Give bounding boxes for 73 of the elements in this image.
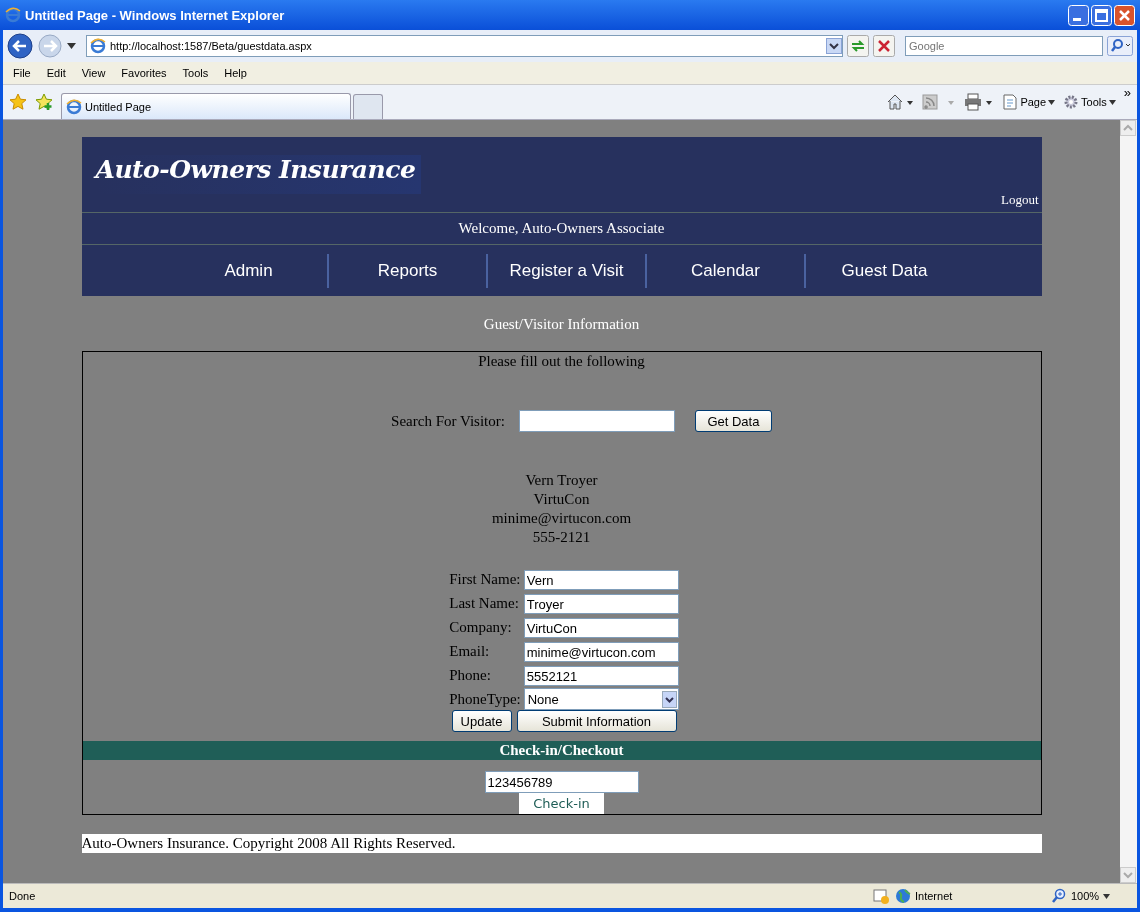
section-title: Check-in/Checkout [499, 742, 624, 759]
search-field[interactable]: Google [905, 36, 1103, 56]
zoom-icon[interactable] [1051, 888, 1067, 904]
page-menu[interactable]: Page [1002, 94, 1056, 110]
address-field[interactable]: http://localhost:1587/Beta/guestdata.aspx [86, 35, 843, 57]
page-heading: Guest/Visitor Information [483, 316, 640, 332]
add-favorite-icon[interactable] [35, 93, 53, 111]
nav-link[interactable]: Calendar [645, 253, 804, 288]
refresh-button[interactable] [847, 35, 869, 57]
visitor-info-text: 555-2121 [532, 528, 591, 547]
logout-link[interactable]: Logout [1000, 192, 1042, 212]
caret-icon[interactable] [1103, 893, 1111, 899]
check-in-button[interactable]: Check-in [519, 793, 604, 814]
search-button[interactable] [1107, 36, 1133, 56]
phone-type-dropdown[interactable]: None [523, 688, 679, 710]
field-label: Phone: [449, 666, 492, 685]
menu-item[interactable]: View [81, 67, 106, 79]
caret-icon[interactable] [1048, 99, 1056, 105]
security-zone: Internet [895, 888, 1045, 904]
favorites-star-icon[interactable] [9, 93, 27, 111]
instruction-text: Please fill out the following [478, 353, 645, 369]
field-label: PhoneType: [449, 690, 521, 709]
gear-icon[interactable] [1063, 94, 1080, 110]
text-field[interactable]: minime@virtucon.com [523, 642, 679, 662]
tools-menu[interactable]: Tools [1063, 94, 1116, 110]
nav-link[interactable]: Guest Data [804, 253, 963, 288]
text-field[interactable]: Vern [523, 570, 679, 590]
zoom-control[interactable]: 100% [1051, 888, 1131, 904]
status-text: Done [9, 890, 36, 902]
globe-icon[interactable] [895, 888, 911, 904]
window-title: Untitled Page - Windows Internet Explorer [25, 7, 285, 23]
minimize-button[interactable] [1068, 4, 1089, 26]
visitor-info-text: minime@virtucon.com [491, 509, 632, 528]
more-button[interactable]: » [1123, 85, 1131, 100]
browser-tab[interactable]: Untitled Page [61, 93, 351, 119]
menu-item[interactable]: Tools [182, 67, 209, 79]
copyright-text: Auto-Owners Insurance. Copyright 2008 All Rights Reserved. [81, 835, 456, 852]
menu-item[interactable]: Edit [46, 67, 66, 79]
text-field[interactable]: VirtuCon [523, 618, 679, 638]
printer-icon[interactable] [964, 93, 995, 111]
security-warning-icon[interactable] [873, 888, 889, 904]
stop-button[interactable] [873, 35, 895, 57]
dropdown-button[interactable] [826, 38, 842, 54]
maximize-button[interactable] [1091, 4, 1112, 26]
home-icon[interactable] [886, 93, 915, 111]
text-field[interactable]: Troyer [523, 594, 679, 614]
badge-number-field[interactable]: 123456789 [484, 771, 639, 793]
menu-item[interactable]: Favorites [121, 67, 167, 79]
visitor-info-text: VirtuCon [533, 490, 590, 509]
search-label: Search For Visitor: [391, 412, 505, 430]
visitor-search-field[interactable] [518, 410, 675, 432]
field-label: Email: [449, 642, 491, 661]
menu-item[interactable]: File [13, 67, 31, 79]
menu-item[interactable]: Help [224, 67, 247, 79]
feeds-icon[interactable] [922, 93, 957, 111]
update-button[interactable]: Update [451, 710, 512, 732]
history-dropdown-icon[interactable] [67, 43, 76, 49]
submit-button[interactable]: Submit Information [516, 710, 677, 732]
nav-link[interactable]: Admin [170, 253, 327, 288]
close-button[interactable] [1114, 4, 1135, 26]
back-button[interactable] [7, 33, 33, 59]
caret-icon[interactable] [1108, 99, 1116, 105]
field-label: Last Name: [449, 594, 520, 613]
field-label: Company: [449, 618, 513, 637]
get-data-button[interactable]: Get Data [694, 410, 772, 432]
nav-link[interactable]: Register a Visit [486, 253, 645, 288]
welcome-text: Welcome, Auto-Owners Associate [458, 220, 665, 237]
visitor-info-text: Vern Troyer [525, 471, 598, 490]
nav-link[interactable]: Reports [327, 253, 486, 288]
field-label: First Name: [449, 570, 521, 589]
logo: Auto-Owners Insurance [95, 155, 422, 194]
new-tab-button[interactable] [353, 94, 383, 119]
text-field[interactable]: 5552121 [523, 666, 679, 686]
